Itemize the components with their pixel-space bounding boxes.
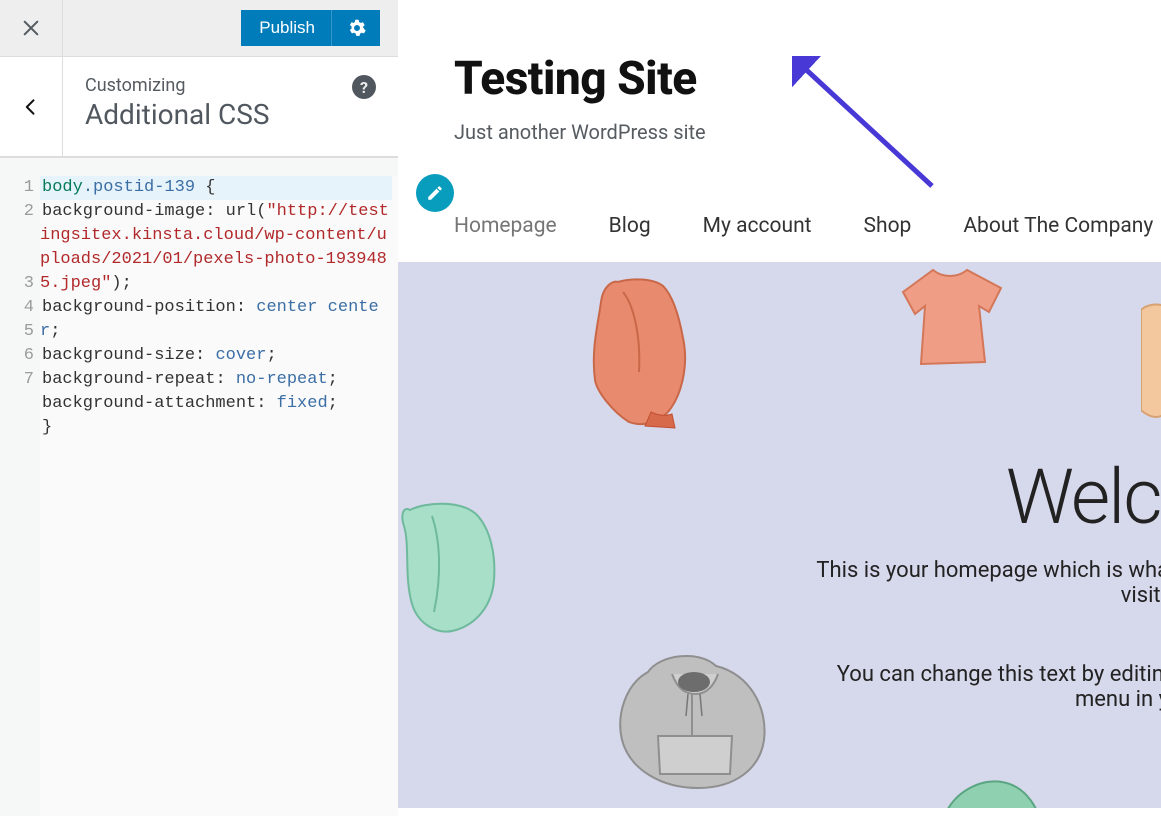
publish-label: Publish xyxy=(259,18,315,38)
section-title: Additional CSS xyxy=(85,98,378,131)
green-shirt-illustration xyxy=(938,778,1048,808)
hero-section: Welco This is your homepage which is wha… xyxy=(398,262,1161,808)
tshirt-illustration xyxy=(893,262,1033,372)
help-icon: ? xyxy=(360,78,368,97)
editor-gutter: 12 34567 xyxy=(0,176,40,816)
hero-paragraph-2: You can change this text by editing th m… xyxy=(441,662,1161,712)
nav-item-homepage[interactable]: Homepage xyxy=(454,214,557,238)
breadcrumb: Customizing xyxy=(85,75,378,96)
nav-item-my-account[interactable]: My account xyxy=(703,214,812,238)
help-button[interactable]: ? xyxy=(352,75,376,99)
gear-icon xyxy=(348,19,366,37)
garment-illustration xyxy=(1141,300,1161,420)
nav-item-about-the-company[interactable]: About The Company xyxy=(963,214,1153,238)
hero-headline: Welco xyxy=(1006,452,1161,542)
pants-illustration xyxy=(573,272,713,432)
back-button[interactable] xyxy=(0,57,63,156)
nav-menu: Homepage Blog My account Shop About The Comp… xyxy=(398,198,1161,254)
pencil-icon xyxy=(426,184,444,202)
css-editor[interactable]: 12 34567 body.postid-139 {background-ima… xyxy=(0,157,398,816)
nav-item-shop[interactable]: Shop xyxy=(864,214,912,238)
site-title[interactable]: Testing Site xyxy=(454,52,1161,106)
site-tagline: Just another WordPress site xyxy=(454,120,1161,144)
edit-shortcut-button[interactable] xyxy=(416,174,454,212)
customizer-sidebar: Publish Customizing Additional CSS ? 12 … xyxy=(0,0,398,816)
publish-button[interactable]: Publish xyxy=(241,10,380,46)
chevron-left-icon xyxy=(21,97,41,117)
close-customizer-button[interactable] xyxy=(0,0,63,57)
hero-paragraph-1: This is your homepage which is what m vi… xyxy=(441,558,1161,608)
site-preview: Testing Site Just another WordPress site… xyxy=(398,0,1161,816)
nav-item-blog[interactable]: Blog xyxy=(609,214,651,238)
close-icon xyxy=(22,19,40,37)
editor-code[interactable]: body.postid-139 {background-image: url("… xyxy=(40,176,398,816)
